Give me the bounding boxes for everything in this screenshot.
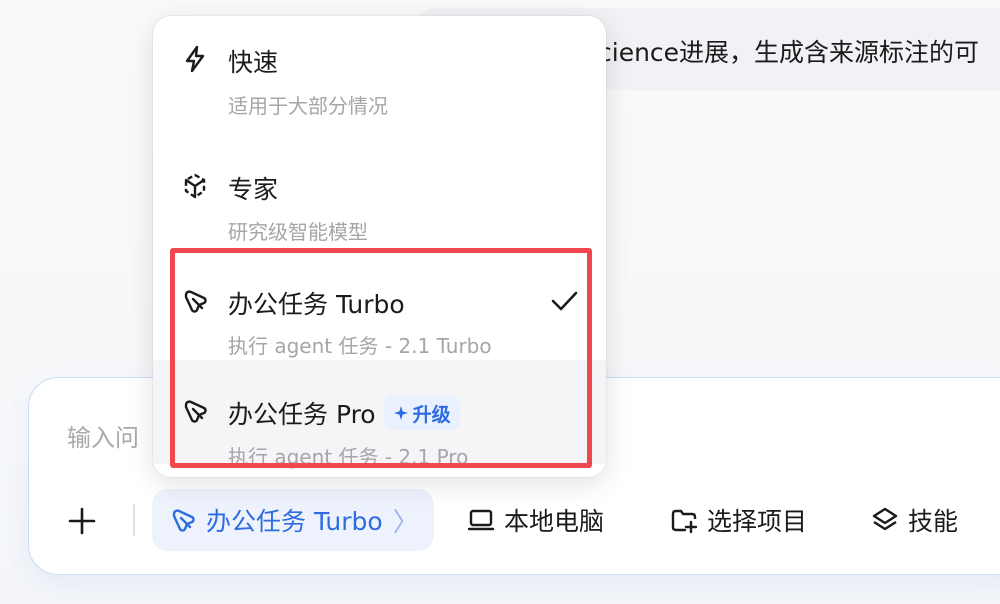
lightning-icon bbox=[180, 44, 210, 74]
toolbar-divider bbox=[133, 504, 135, 536]
laptop-icon bbox=[466, 505, 496, 535]
skills-button[interactable]: 技能 bbox=[870, 500, 958, 540]
menu-item-subtitle: 研究级智能模型 bbox=[228, 220, 368, 244]
layers-icon bbox=[870, 505, 900, 535]
menu-item-title: 办公任务 Pro bbox=[228, 400, 376, 429]
menu-item-fast[interactable]: 快速 适用于大部分情况 bbox=[153, 16, 606, 128]
agent-cursor-icon bbox=[168, 505, 198, 535]
local-computer-button[interactable]: 本地电脑 bbox=[466, 500, 604, 540]
local-computer-label: 本地电脑 bbox=[504, 507, 605, 536]
select-project-button[interactable]: 选择项目 bbox=[669, 500, 807, 540]
model-selector-menu: 快速 适用于大部分情况 专家 研究级智能模型 办公任务 Turbo 执行 age… bbox=[153, 16, 606, 477]
upgrade-badge[interactable]: 升级 bbox=[383, 396, 460, 430]
sparkle-icon bbox=[393, 406, 408, 420]
agent-cursor-icon bbox=[180, 396, 210, 426]
add-attachment-button[interactable] bbox=[64, 503, 100, 539]
menu-item-subtitle: 执行 agent 任务 - 2.1 Turbo bbox=[228, 334, 492, 358]
checkmark-icon bbox=[549, 286, 579, 316]
mode-selector-label: 办公任务 Turbo bbox=[206, 507, 383, 536]
menu-item-title: 专家 bbox=[228, 175, 279, 204]
expert-cube-icon bbox=[180, 171, 210, 201]
menu-item-subtitle: 适用于大部分情况 bbox=[228, 94, 388, 118]
menu-item-subtitle: 执行 agent 任务 - 2.1 Pro bbox=[228, 445, 469, 469]
user-message-text: cience进展，生成含来源标注的可 bbox=[598, 38, 980, 67]
plus-icon bbox=[68, 507, 96, 535]
menu-item-expert[interactable]: 专家 研究级智能模型 bbox=[153, 128, 606, 244]
folder-add-icon bbox=[669, 505, 699, 535]
menu-item-title-row: 办公任务 Pro 升级 bbox=[228, 395, 460, 431]
menu-item-office-pro[interactable]: 办公任务 Pro 升级 执行 agent 任务 - 2.1 Pro bbox=[153, 360, 606, 469]
upgrade-badge-label: 升级 bbox=[412, 403, 451, 426]
menu-item-title: 快速 bbox=[228, 48, 279, 77]
mode-selector-button[interactable]: 办公任务 Turbo 〉 bbox=[152, 489, 434, 551]
agent-cursor-icon bbox=[180, 286, 210, 316]
menu-item-office-turbo[interactable]: 办公任务 Turbo 执行 agent 任务 - 2.1 Turbo bbox=[153, 250, 606, 360]
chevron-right-icon: 〉 bbox=[392, 507, 419, 538]
menu-item-title: 办公任务 Turbo bbox=[228, 290, 405, 319]
composer-input-placeholder[interactable]: 输入问 bbox=[67, 418, 139, 453]
skills-label: 技能 bbox=[908, 507, 959, 536]
select-project-label: 选择项目 bbox=[707, 507, 808, 536]
